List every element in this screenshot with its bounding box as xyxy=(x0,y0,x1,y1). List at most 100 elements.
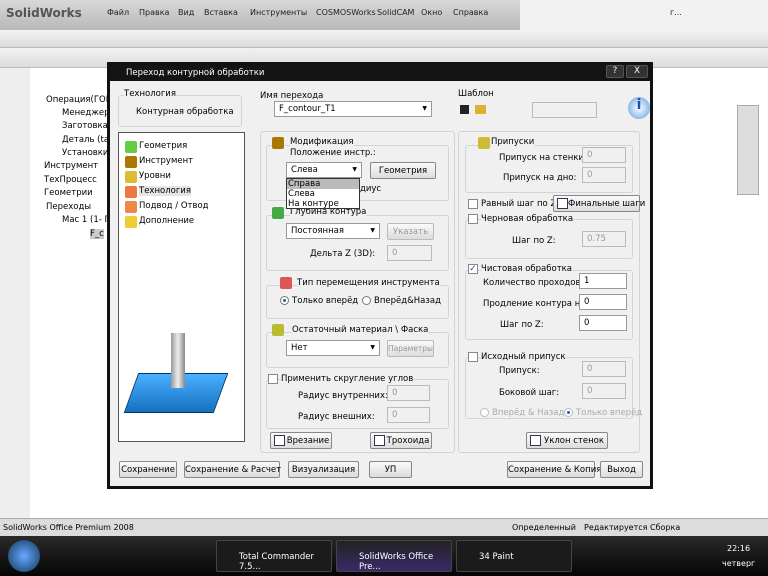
delta-z-label: Дельта Z (3D): xyxy=(310,249,376,259)
option-right[interactable]: Справа xyxy=(287,179,359,189)
save-copy-button[interactable]: Сохранение & Копия xyxy=(507,461,601,478)
exit-button[interactable]: Выход xyxy=(600,461,643,478)
equal-step-checkbox[interactable] xyxy=(468,199,478,209)
geometry-icon xyxy=(125,141,137,153)
delta-z-field[interactable]: 0 xyxy=(387,245,432,261)
finish-label: Чистовая обработка xyxy=(481,264,572,274)
status-product: SolidWorks Office Premium 2008 xyxy=(3,523,134,532)
geometry-button[interactable]: Геометрия xyxy=(370,162,436,179)
depth-select[interactable]: Постоянная xyxy=(286,223,380,239)
specify-button[interactable]: Указать xyxy=(387,223,434,240)
menu-tools[interactable]: Инструменты xyxy=(250,8,307,17)
approach-icon xyxy=(125,201,137,213)
inner-radius-label: Радиус внутренних: xyxy=(298,391,388,401)
menu-file[interactable]: Файл xyxy=(107,8,129,17)
finish-step-field[interactable]: 0 xyxy=(579,315,627,331)
visualize-button[interactable]: Визуализация xyxy=(288,461,359,478)
initial-forward-back-label: Вперёд & Назад xyxy=(492,408,565,418)
nav-levels[interactable]: Уровни xyxy=(125,171,171,183)
nav-tool[interactable]: Инструмент xyxy=(125,156,193,168)
params-button[interactable]: Параметры xyxy=(387,340,434,357)
rough-checkbox[interactable] xyxy=(468,214,478,224)
trochoid-checkbox-icon xyxy=(374,435,385,446)
extend-field[interactable]: 0 xyxy=(579,294,627,310)
final-steps-checkbox-icon xyxy=(557,198,568,209)
initial-forward-back-radio[interactable] xyxy=(480,408,489,417)
residual-label: Остаточный материал \ Фаска xyxy=(292,325,429,335)
tool-preview xyxy=(171,333,185,388)
forward-back-radio[interactable] xyxy=(362,296,371,305)
wall-draft-checkbox-icon xyxy=(530,435,541,446)
op-name-label: Имя перехода xyxy=(260,91,324,101)
save-button[interactable]: Сохранение xyxy=(119,461,177,478)
gcode-button[interactable]: УП xyxy=(369,461,412,478)
modification-label: Модификация xyxy=(290,137,354,147)
menu-help[interactable]: Справка xyxy=(453,8,488,17)
rounding-checkbox[interactable] xyxy=(268,374,278,384)
tree-item[interactable]: Установки xyxy=(62,148,108,158)
help-button[interactable]: ? xyxy=(606,65,624,78)
menu-solidcam[interactable]: SolidCAM xyxy=(377,8,414,17)
position-select[interactable]: Слева xyxy=(286,162,362,178)
tree-item[interactable]: Менеджер xyxy=(62,108,110,118)
residual-icon xyxy=(272,324,284,336)
op-name-select[interactable]: F_contour_T1 xyxy=(274,101,432,117)
inner-radius-field[interactable]: 0 xyxy=(387,385,430,401)
tree-item[interactable]: Переходы xyxy=(46,202,91,212)
menu-window[interactable]: Окно xyxy=(421,8,442,17)
tree-item[interactable]: Геометрии xyxy=(44,188,93,198)
initial-forward-only-label: Только вперёд xyxy=(576,408,643,418)
forward-only-radio[interactable] xyxy=(280,296,289,305)
nav-approach[interactable]: Подвод / Отвод xyxy=(125,201,209,213)
template-field[interactable] xyxy=(532,102,597,118)
initial-allow-field[interactable]: 0 xyxy=(582,361,626,377)
side-step-field[interactable]: 0 xyxy=(582,383,626,399)
info-icon[interactable]: i xyxy=(628,97,650,119)
initial-forward-only-radio[interactable] xyxy=(564,408,573,417)
option-on-contour[interactable]: На контуре xyxy=(287,199,359,209)
option-left[interactable]: Слева xyxy=(287,189,359,199)
nav-extra[interactable]: Дополнение xyxy=(125,216,194,228)
tree-item[interactable]: ТехПроцесс xyxy=(44,175,97,185)
floor-allowance-field[interactable]: 0 xyxy=(582,167,626,183)
task-pane-tabs[interactable] xyxy=(737,105,759,195)
save-template-icon[interactable] xyxy=(460,105,469,114)
start-button[interactable] xyxy=(8,540,40,572)
nav-technology[interactable]: Технология xyxy=(125,186,191,198)
tree-item[interactable]: Мас 1 (1- П xyxy=(62,215,111,225)
rough-step-field[interactable]: 0.75 xyxy=(582,231,626,247)
close-button[interactable]: X xyxy=(626,65,648,78)
extend-label: Продление контура на: xyxy=(483,299,589,309)
tree-item[interactable]: F_c xyxy=(90,229,104,239)
outer-radius-field[interactable]: 0 xyxy=(387,407,430,423)
wall-allowance-field[interactable]: 0 xyxy=(582,147,626,163)
title-trunc: г... xyxy=(670,8,682,17)
position-label: Положение инстр.: xyxy=(290,148,376,158)
final-steps-button[interactable]: Финальные шаги xyxy=(553,195,645,212)
tree-item[interactable]: Инструмент xyxy=(44,161,98,171)
save-calc-button[interactable]: Сохранение & Расчет xyxy=(184,461,281,478)
finish-checkbox[interactable]: ✓ xyxy=(468,264,478,274)
clock-time[interactable]: 22:16 xyxy=(727,544,750,553)
menu-insert[interactable]: Вставка xyxy=(204,8,238,17)
technology-label: Технология xyxy=(124,89,176,99)
forward-only-label: Только вперёд xyxy=(292,296,359,306)
passes-field[interactable]: 1 xyxy=(579,273,627,289)
plunge-button[interactable]: Врезание xyxy=(270,432,332,449)
task-paint[interactable]: 34 Paint xyxy=(456,540,572,572)
trochoid-button[interactable]: Трохоида xyxy=(370,432,432,449)
tree-item[interactable]: Деталь (tar xyxy=(62,135,113,145)
nav-geometry[interactable]: Геометрия xyxy=(125,141,187,153)
task-solidworks[interactable]: SolidWorks Office Pre... xyxy=(336,540,452,572)
menu-view[interactable]: Вид xyxy=(178,8,194,17)
menu-edit[interactable]: Правка xyxy=(139,8,169,17)
task-total-commander[interactable]: Total Commander 7.5... xyxy=(216,540,332,572)
tree-item[interactable]: Заготовка xyxy=(62,121,108,131)
initial-checkbox[interactable] xyxy=(468,352,478,362)
wall-draft-button[interactable]: Уклон стенок xyxy=(526,432,608,449)
open-template-icon[interactable] xyxy=(475,105,486,114)
levels-icon xyxy=(125,171,137,183)
template-label: Шаблон xyxy=(458,89,494,99)
residual-select[interactable]: Нет xyxy=(286,340,380,356)
menu-cosmos[interactable]: COSMOSWorks xyxy=(316,8,376,17)
